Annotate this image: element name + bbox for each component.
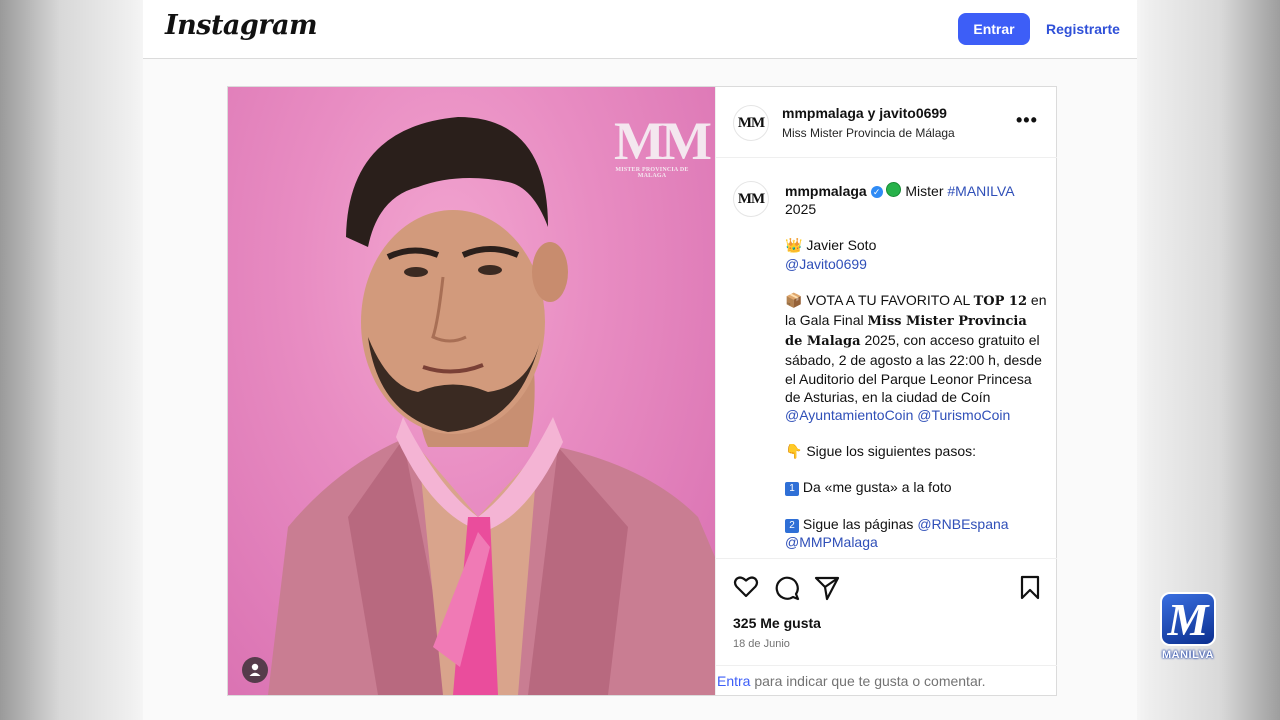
point-down-icon: 👇 <box>785 443 803 460</box>
mention-rnb[interactable]: @RNBEspana <box>917 516 1008 532</box>
top-bar: Instagram Entrar Registrarte <box>143 0 1137 59</box>
caption-mister: Mister <box>905 183 944 199</box>
heart-icon[interactable] <box>733 575 759 604</box>
verified-badge-icon: ✓ <box>870 186 883 198</box>
step-1: Da «me gusta» a la foto <box>802 479 952 496</box>
crown-icon: 👑 <box>785 237 803 254</box>
keycap-2-icon: 2 <box>785 518 799 533</box>
more-options-icon[interactable]: ••• <box>1016 110 1038 131</box>
watermark-logo: MM MISTER PROVINCIA DE MALAGA <box>614 111 712 179</box>
vote-top: TOP 12 <box>973 293 1028 309</box>
instagram-page: Instagram Entrar Registrarte MM MISTER P… <box>143 0 1137 720</box>
tagged-user-icon[interactable] <box>242 657 268 683</box>
mention-javito[interactable]: @Javito0699 <box>785 256 867 272</box>
watermark-subtitle: MISTER PROVINCIA DE MALAGA <box>615 167 689 179</box>
post-header: MM mmpmalaga y javito0699 Miss Mister Pr… <box>716 87 1057 158</box>
bookmark-icon[interactable] <box>1019 575 1041 606</box>
register-link[interactable]: Registrarte <box>1046 21 1120 37</box>
post-caption: MM mmpmalaga ✓ Mister #MANILVA 2025 👑 Ja… <box>716 158 1057 558</box>
post-card: MM MISTER PROVINCIA DE MALAGA MM mmpmala… <box>227 86 1057 696</box>
post-author-subtitle: Miss Mister Provincia de Málaga <box>782 126 955 140</box>
comment-prompt: Entra para indicar que te gusta o coment… <box>716 665 1057 697</box>
share-icon[interactable] <box>814 575 840 606</box>
green-circle-icon <box>886 182 902 197</box>
enter-link[interactable]: Entra <box>716 673 750 689</box>
instagram-logo[interactable]: Instagram <box>165 10 318 41</box>
hashtag-manilva[interactable]: #MANILVA <box>947 183 1014 199</box>
comment-icon[interactable] <box>774 575 800 606</box>
box-icon: 📦 <box>785 291 803 308</box>
post-actions: 325 Me gusta 18 de Junio Entra para indi… <box>716 558 1057 696</box>
caption-username[interactable]: mmpmalaga <box>785 183 867 199</box>
watermark-mm: MM <box>614 111 712 171</box>
mention-ayuntamiento[interactable]: @AyuntamientoCoin <box>785 407 913 423</box>
vote-prefix: VOTA A TU FAVORITO AL <box>806 291 970 308</box>
manilva-text: MANILVA <box>1162 649 1214 661</box>
caption-name: Javier Soto <box>806 237 877 254</box>
step-2: Sigue las páginas <box>802 515 914 532</box>
manilva-channel-logo: M MANILVA <box>1157 592 1219 664</box>
steps-title: Sigue los siguientes pasos: <box>806 443 976 460</box>
mention-mmp[interactable]: @MMPMalaga <box>785 534 878 550</box>
caption-avatar[interactable]: MM <box>733 181 769 217</box>
post-sidebar: MM mmpmalaga y javito0699 Miss Mister Pr… <box>715 87 1057 695</box>
comment-prompt-text: para indicar que te gusta o comentar. <box>754 673 986 689</box>
manilva-badge: M <box>1160 592 1216 646</box>
caption-text: mmpmalaga ✓ Mister #MANILVA 2025 👑 Javie… <box>785 182 1047 558</box>
caption-year: 2025 <box>785 201 817 218</box>
post-date: 18 de Junio <box>733 638 790 650</box>
keycap-1-icon: 1 <box>785 482 799 497</box>
login-button[interactable]: Entrar <box>958 13 1030 45</box>
mention-turismo[interactable]: @TurismoCoin <box>917 407 1010 423</box>
post-authors[interactable]: mmpmalaga y javito0699 <box>782 105 947 121</box>
author-avatar[interactable]: MM <box>733 105 769 141</box>
post-image[interactable]: MM MISTER PROVINCIA DE MALAGA <box>228 87 715 695</box>
like-count[interactable]: 325 Me gusta <box>733 615 821 631</box>
